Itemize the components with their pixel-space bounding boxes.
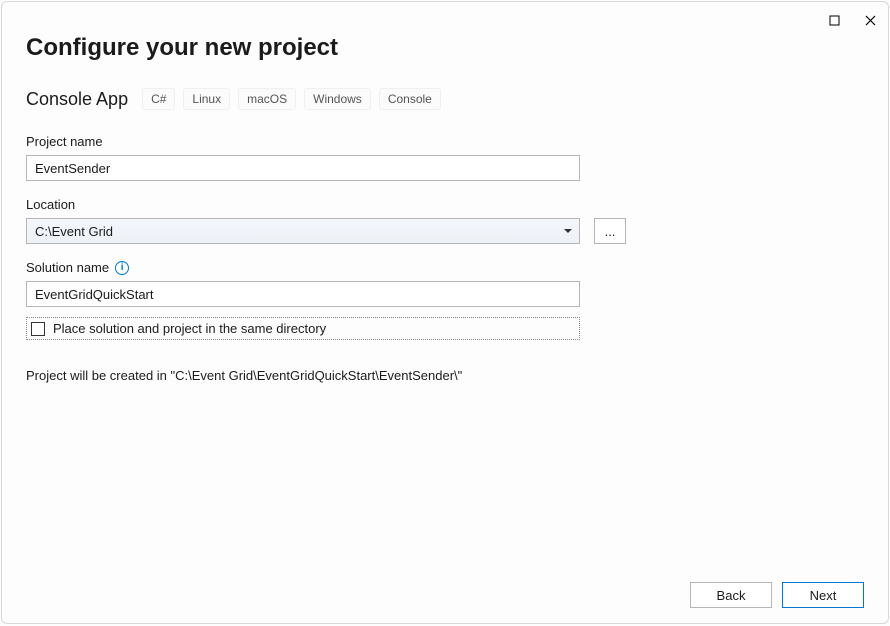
- tag: macOS: [238, 88, 296, 110]
- info-icon[interactable]: i: [115, 261, 129, 275]
- solution-name-group: Solution name i: [26, 260, 580, 307]
- creation-path-text: Project will be created in "C:\Event Gri…: [26, 368, 864, 383]
- project-name-group: Project name: [26, 134, 580, 181]
- page-title: Configure your new project: [26, 34, 864, 62]
- browse-button[interactable]: ...: [594, 218, 626, 244]
- location-combo[interactable]: C:\Event Grid: [26, 218, 580, 244]
- tag: Windows: [304, 88, 371, 110]
- maximize-button[interactable]: [816, 8, 852, 32]
- maximize-icon: [829, 15, 840, 26]
- close-button[interactable]: [852, 8, 888, 32]
- close-icon: [865, 15, 876, 26]
- solution-name-label-text: Solution name: [26, 260, 109, 275]
- checkbox-box: [31, 322, 45, 336]
- same-directory-label: Place solution and project in the same d…: [53, 321, 326, 336]
- location-value: C:\Event Grid: [35, 224, 113, 239]
- dialog-footer: Back Next: [2, 567, 888, 623]
- solution-name-label: Solution name i: [26, 260, 580, 275]
- tag: C#: [142, 88, 175, 110]
- dialog-content: Configure your new project Console App C…: [26, 30, 864, 567]
- template-tags: C# Linux macOS Windows Console: [142, 88, 441, 110]
- project-name-input[interactable]: [26, 155, 580, 181]
- project-name-label: Project name: [26, 134, 580, 149]
- dialog-window: Configure your new project Console App C…: [1, 1, 889, 624]
- same-directory-checkbox[interactable]: Place solution and project in the same d…: [26, 317, 580, 340]
- template-header: Console App C# Linux macOS Windows Conso…: [26, 88, 864, 110]
- location-label: Location: [26, 197, 864, 212]
- tag: Console: [379, 88, 441, 110]
- chevron-down-icon: [564, 229, 572, 233]
- next-button[interactable]: Next: [782, 582, 864, 608]
- tag: Linux: [183, 88, 230, 110]
- template-name: Console App: [26, 89, 128, 110]
- back-button[interactable]: Back: [690, 582, 772, 608]
- solution-name-input[interactable]: [26, 281, 580, 307]
- location-group: Location C:\Event Grid ...: [26, 197, 864, 244]
